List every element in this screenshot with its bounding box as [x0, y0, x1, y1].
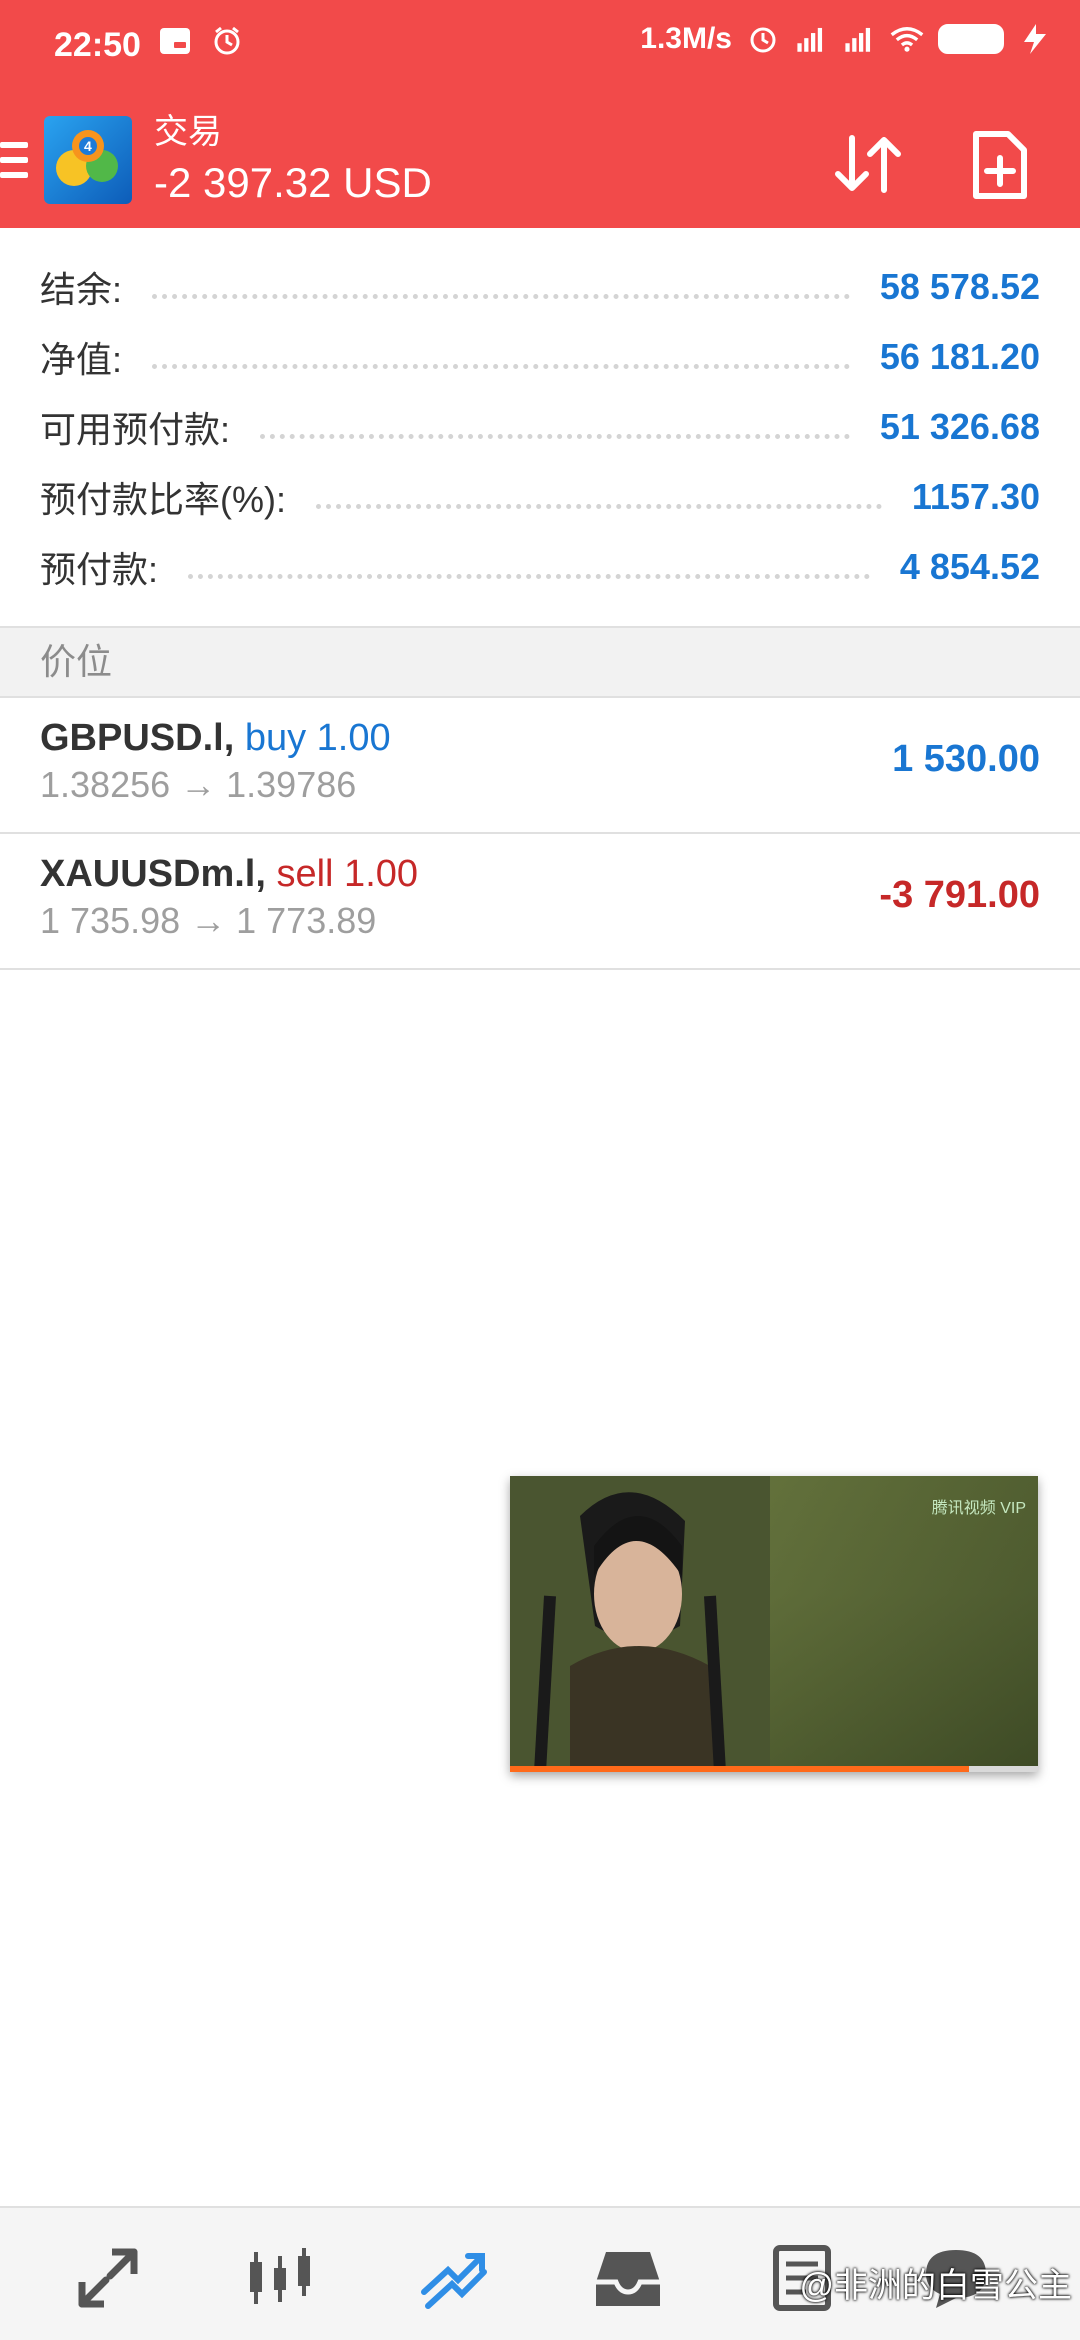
account-label: 预付款比率(%):	[40, 479, 286, 520]
account-row-margin: 预付款: 4 854.52	[40, 532, 1040, 602]
position-symbol: GBPUSD.l,	[40, 717, 235, 759]
dotted-leader	[152, 291, 850, 299]
status-time: 22:50	[54, 26, 141, 64]
dotted-leader	[316, 501, 882, 509]
network-speed: 1.3M/s	[640, 22, 732, 55]
battery-level: 76	[978, 27, 1001, 50]
top-bar: 22:50 1.3M/s 76 4 交易 -2 397.32 USD	[0, 0, 1080, 228]
svg-text:4: 4	[84, 138, 92, 154]
status-bar: 22:50 1.3M/s 76	[0, 0, 1080, 96]
status-right-icons: 1.3M/s 76	[640, 22, 1052, 56]
account-value: 51 326.68	[879, 406, 1040, 447]
position-prices: 1 735.98 → 1 773.89	[40, 900, 377, 941]
position-profit: 1 530.00	[892, 738, 1040, 780]
position-title: XAUUSDm.l, sell 1.00	[40, 850, 418, 898]
account-row-balance: 结余: 58 578.52	[40, 252, 1040, 322]
charging-icon	[1018, 22, 1052, 56]
account-label: 结余:	[40, 269, 123, 310]
video-watermark: 腾讯视频 VIP	[931, 1500, 1026, 1517]
account-value: 58 578.52	[879, 266, 1040, 307]
floating-profit: -2 397.32 USD	[154, 159, 432, 206]
video-frame-person	[510, 1476, 770, 1772]
video-progress-fill	[510, 1766, 970, 1772]
position-prices: 1.38256 → 1.39786	[40, 764, 357, 805]
app-bar: 4 交易 -2 397.32 USD	[0, 96, 1080, 228]
notification-icon	[158, 24, 192, 58]
position-title: GBPUSD.l, buy 1.00	[40, 714, 391, 762]
sort-icon[interactable]	[830, 132, 906, 196]
floating-video-player[interactable]: 腾讯视频 VIP	[510, 1476, 1038, 1772]
account-label: 可用预付款:	[40, 409, 231, 450]
history-icon[interactable]	[592, 2242, 664, 2314]
position-side: sell 1.00	[276, 853, 419, 895]
weibo-watermark: @非洲的白雪公主	[799, 2267, 1072, 2305]
trade-icon[interactable]	[418, 2242, 490, 2314]
video-background	[750, 1476, 1038, 1772]
title-block: 交易 -2 397.32 USD	[154, 112, 432, 210]
account-value: 1157.30	[911, 476, 1040, 517]
position-row[interactable]: GBPUSD.l, buy 1.00 1.38256 → 1.39786 1 5…	[0, 698, 1080, 834]
account-row-equity: 净值: 56 181.20	[40, 322, 1040, 392]
status-left-icons	[158, 24, 244, 58]
position-row[interactable]: XAUUSDm.l, sell 1.00 1 735.98 → 1 773.89…	[0, 834, 1080, 970]
new-order-icon[interactable]	[968, 130, 1032, 200]
bottom-nav: @非洲的白雪公主	[0, 2206, 1080, 2340]
position-symbol: XAUUSDm.l,	[40, 853, 266, 895]
dotted-leader	[260, 431, 850, 439]
position-info: GBPUSD.l, buy 1.00 1.38256 → 1.39786	[40, 714, 391, 808]
account-value: 4 854.52	[899, 546, 1040, 587]
page-title: 交易	[154, 113, 222, 151]
account-summary: 结余: 58 578.52 净值: 56 181.20 可用预付款: 51 32…	[0, 228, 1080, 626]
chart-icon[interactable]	[244, 2242, 316, 2314]
menu-icon[interactable]	[0, 142, 28, 182]
position-profit: -3 791.00	[879, 874, 1040, 916]
account-row-margin-level: 预付款比率(%): 1157.30	[40, 462, 1040, 532]
dotted-leader	[188, 571, 870, 579]
account-label: 净值:	[40, 339, 123, 380]
quotes-icon[interactable]	[72, 2242, 144, 2314]
battery-icon: 76	[938, 24, 1004, 54]
position-info: XAUUSDm.l, sell 1.00 1 735.98 → 1 773.89	[40, 850, 418, 944]
alarm-icon	[210, 24, 244, 58]
signal-icon	[794, 22, 828, 56]
account-value: 56 181.20	[879, 336, 1040, 377]
section-header: 价位	[0, 626, 1080, 698]
signal-icon	[842, 22, 876, 56]
account-label: 预付款:	[40, 549, 159, 590]
account-row-free-margin: 可用预付款: 51 326.68	[40, 392, 1040, 462]
wifi-icon	[890, 22, 924, 56]
dotted-leader	[152, 361, 850, 369]
alarm-icon	[746, 22, 780, 56]
position-side: buy 1.00	[244, 717, 391, 759]
metatrader-logo: 4	[44, 116, 132, 204]
